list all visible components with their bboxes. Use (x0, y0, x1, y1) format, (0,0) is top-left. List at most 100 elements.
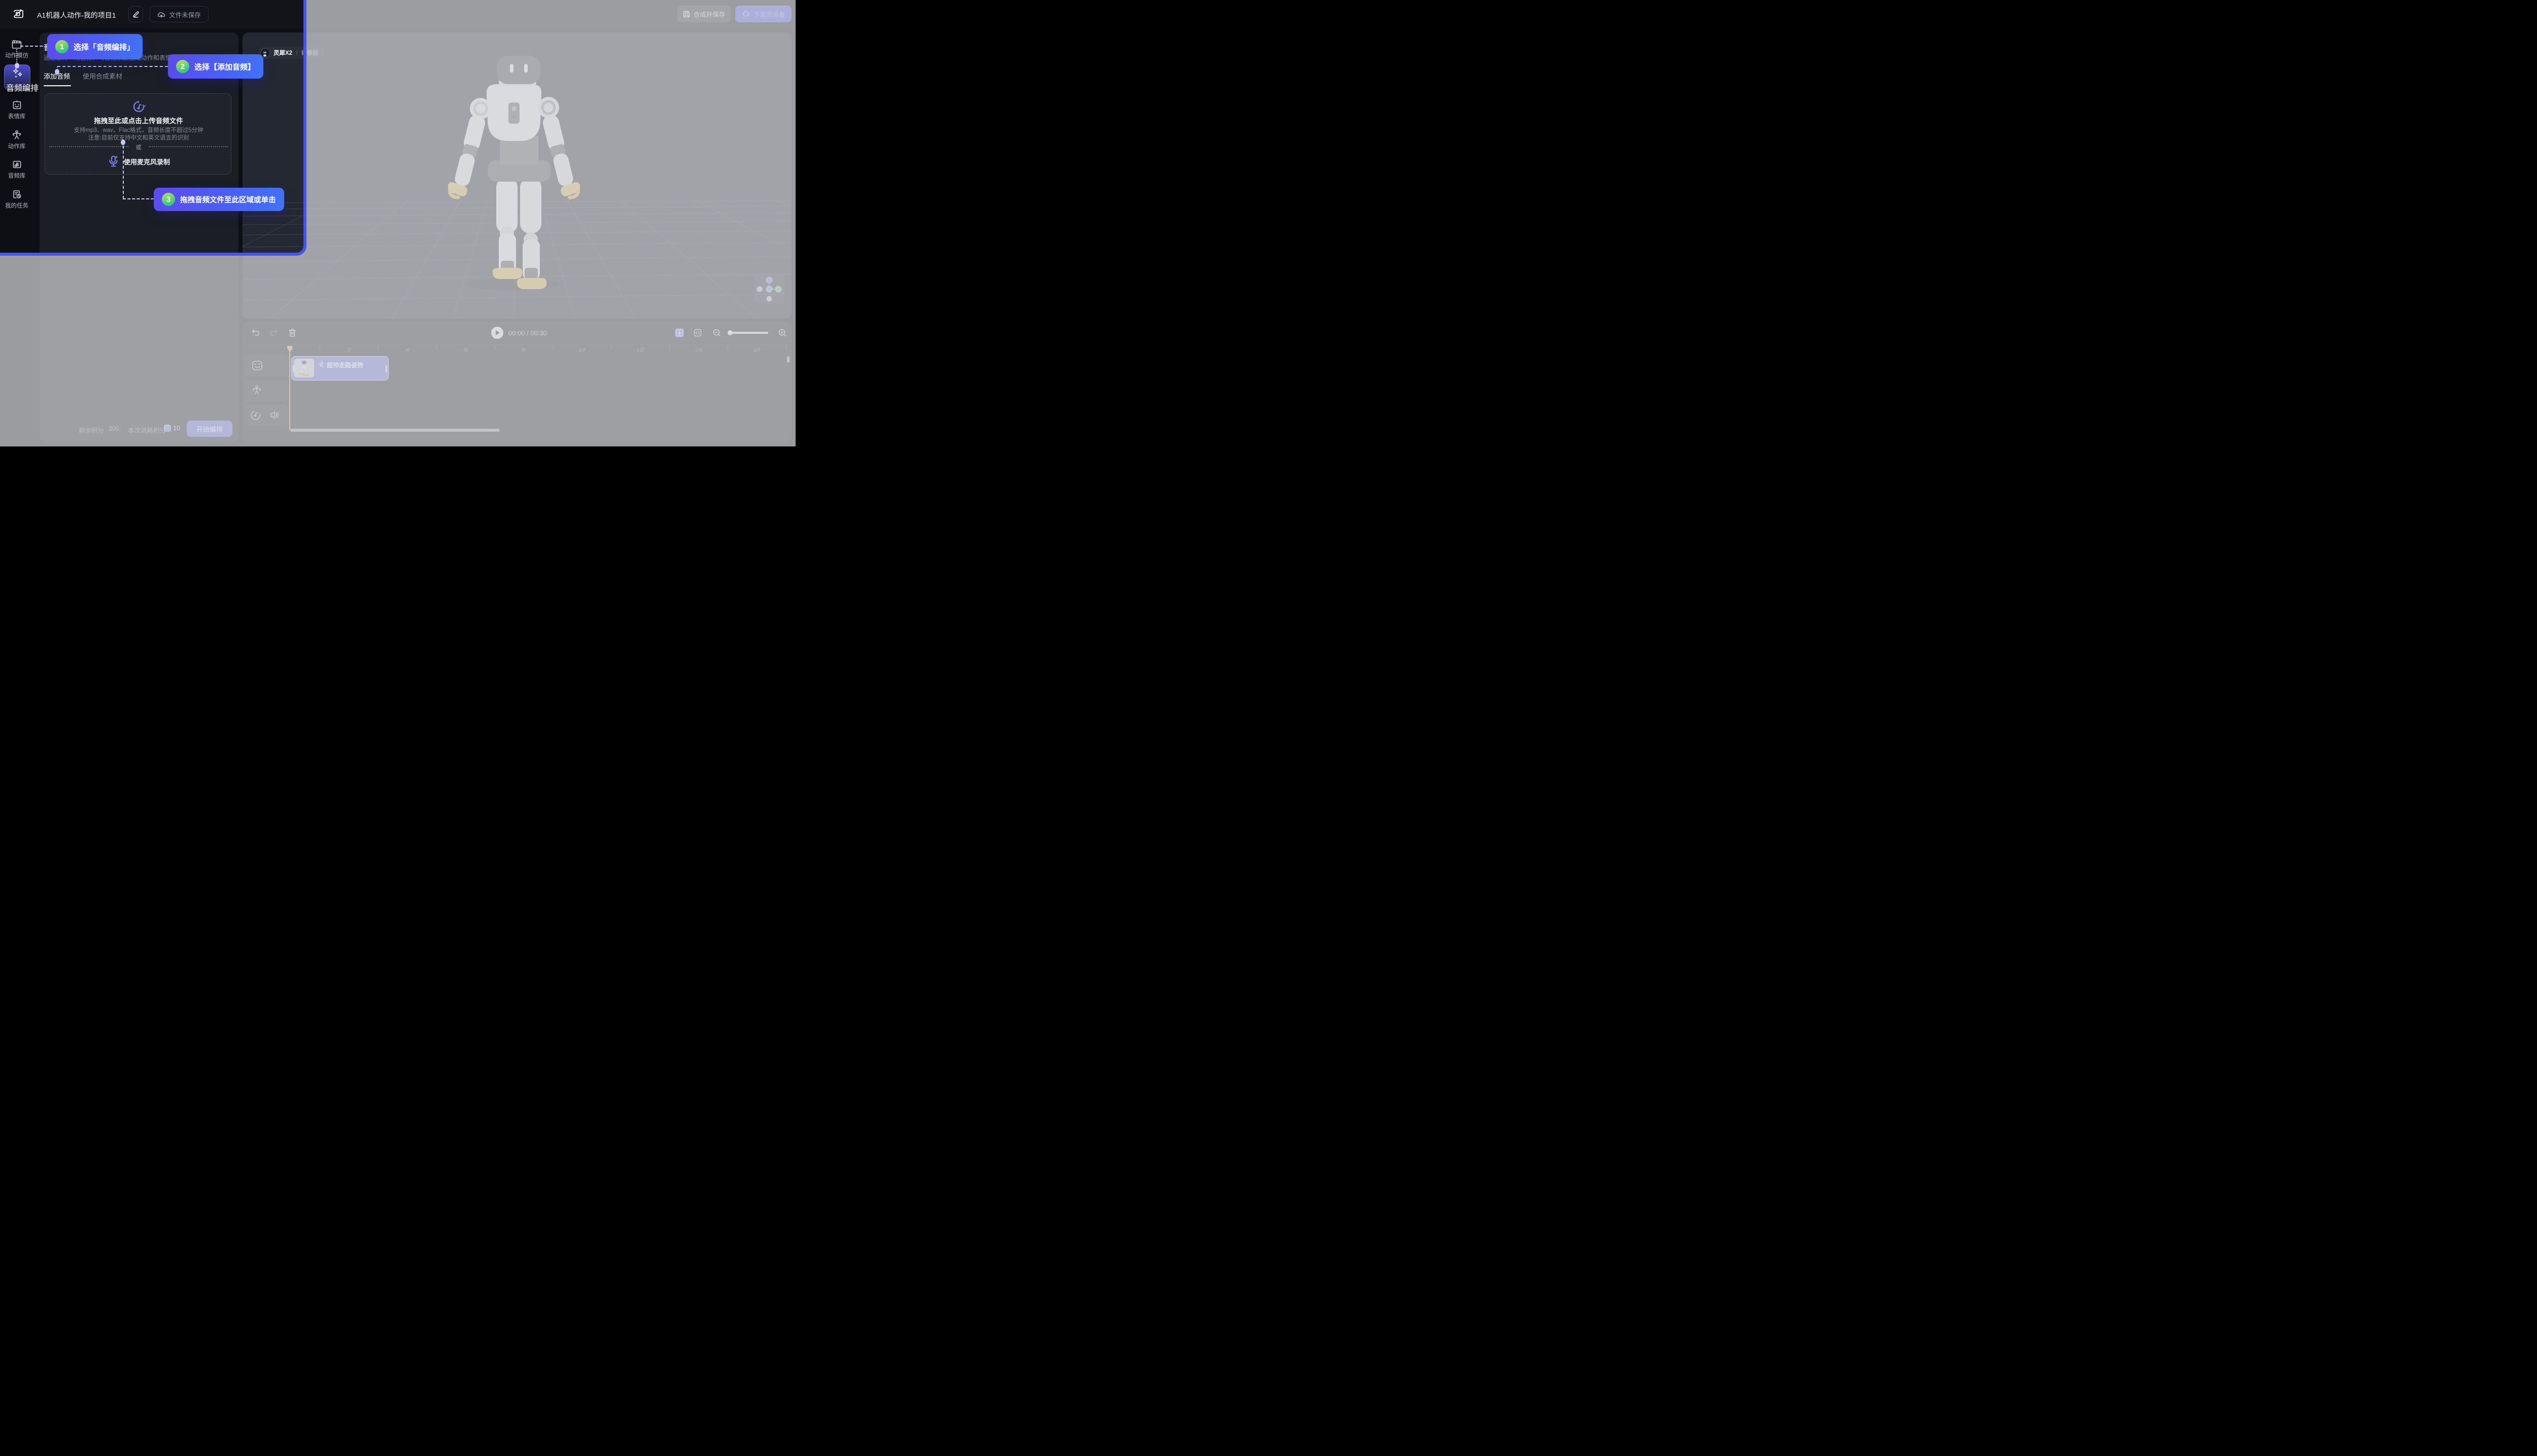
ruler-label: 2f (347, 348, 351, 353)
zoom-in-button[interactable] (778, 328, 787, 337)
delete-button[interactable] (287, 328, 297, 338)
redo-button[interactable] (268, 328, 279, 338)
ruler-tick (436, 345, 437, 349)
axis-gizmo[interactable]: Z X Y (755, 274, 785, 304)
character-name: 灵犀X2 (273, 49, 292, 57)
track-header-motion[interactable] (245, 380, 288, 402)
footer-divider (120, 425, 121, 432)
controlbar-divider (243, 344, 792, 345)
save-icon (683, 11, 690, 18)
sidebar-item-label: 音频库 (8, 171, 26, 180)
time-display: 00:00 / 00:30 (508, 329, 547, 337)
connector-step1-dot (15, 63, 19, 68)
ruler-label: 16f (753, 348, 760, 353)
step-1-text: 选择「音频编排」 (74, 42, 134, 52)
play-button[interactable] (491, 327, 503, 339)
cloud-icon (157, 11, 165, 18)
robot-deploy-icon (742, 10, 750, 18)
sidebar-item-label: 动作库 (8, 142, 26, 150)
project-title: A1机器人动作-我的项目1 (37, 10, 116, 20)
music-box-icon (12, 160, 22, 169)
save-button[interactable]: 合成并保存 (677, 6, 731, 22)
fit-width-button[interactable] (693, 328, 702, 337)
zoom-slider[interactable] (728, 332, 768, 334)
or-label: 或 (45, 143, 232, 151)
robot-model (448, 56, 580, 294)
gizmo-x-label: X (777, 287, 779, 292)
step-3-text: 拖拽音频文件至此区域或单击 (180, 194, 276, 205)
zoom-slider-handle[interactable] (728, 330, 733, 335)
clip-right-handle[interactable] (386, 365, 387, 372)
track-panel-toggle[interactable] (675, 328, 684, 337)
sidebar: 动作模仿 音频编排 表情库 动作库 音频库 我的任务 (0, 28, 33, 446)
character-edition: 青春版 (301, 49, 319, 57)
sparkles-icon (12, 68, 23, 79)
clip-left-handle[interactable] (293, 365, 294, 372)
play-icon (496, 330, 500, 335)
gizmo-y-label: Y (768, 287, 770, 292)
zoom-out-button[interactable] (712, 328, 722, 337)
step-3-badge: 3 (162, 193, 175, 206)
tab-synth-material[interactable]: 使用合成素材 (83, 71, 122, 81)
ruler-label: 12f (637, 348, 644, 353)
ruler-label: 14f (695, 348, 702, 353)
sidebar-item-action-lib[interactable]: 动作库 (0, 130, 33, 150)
start-arrange-button[interactable]: 开始编排 (187, 421, 232, 437)
sidebar-item-audio-lib[interactable]: 音频库 (0, 160, 33, 180)
mic-record-label: 使用麦克风录制 (124, 157, 170, 166)
ruler-label: 6f (464, 348, 468, 353)
tutorial-step-3[interactable]: 3 拖拽音频文件至此区域或单击 (154, 188, 284, 211)
sidebar-item-expression-lib[interactable]: 表情库 (0, 100, 33, 120)
pencil-icon (132, 11, 140, 18)
connector-step2-h (57, 66, 168, 67)
connector-step1-h (20, 46, 48, 47)
timeline-h-scrollbar[interactable] (290, 429, 500, 432)
tutorial-step-1[interactable]: 1 选择「音频编排」 (47, 34, 143, 59)
file-status-button[interactable]: 文件未保存 (150, 6, 209, 22)
ruler-label: 8f (522, 348, 526, 353)
upload-music-icon (131, 99, 147, 114)
remaining-credits-label: 剩余积分 (79, 425, 104, 435)
connector-step3-v (123, 146, 124, 199)
start-arrange-label: 开始编排 (196, 424, 223, 434)
deploy-button-label: 下发到设备 (753, 9, 785, 19)
clip-thumbnail (294, 359, 314, 377)
audio-upload-dropzone[interactable]: 拖拽至此或点击上传音频文件 支持mp3、wav、Flac格式，音频长度不超过5分… (45, 93, 231, 175)
track-header-audio[interactable] (245, 405, 288, 426)
timeline-clip[interactable]: 超帅走路姿势 (291, 356, 389, 380)
audio-panel: 音频编排 通过上传一段音频，可智能快速生成动作和表情的音频编排素材 添加音频 使… (40, 32, 238, 442)
app-window: A1机器人动作-我的项目1 文件未保存 合成并保存 下发到设备 动作模仿 音频编… (0, 0, 796, 446)
top-bar: A1机器人动作-我的项目1 文件未保存 合成并保存 下发到设备 (0, 0, 796, 28)
playhead[interactable] (287, 345, 293, 353)
track-header-expression[interactable] (245, 355, 288, 377)
ruler-tick (378, 345, 379, 349)
ruler-tick (553, 345, 554, 349)
sidebar-item-label: 我的任务 (5, 201, 28, 210)
remaining-credits-value: 300 (109, 425, 119, 432)
gizmo-z-label: Z (768, 278, 771, 283)
file-status-label: 文件未保存 (169, 10, 201, 19)
cost-credits-value: 10 (173, 425, 180, 432)
clip-label: 超帅走路姿势 (327, 361, 363, 369)
cost-credits-label: 本次消耗积分 (128, 425, 166, 435)
connector-step3-dot (121, 140, 125, 145)
timeline-v-scrollbar[interactable] (787, 356, 790, 363)
connector-step1-v (16, 49, 17, 64)
sidebar-item-label: 表情库 (8, 112, 26, 120)
ruler-tick (669, 345, 670, 349)
rename-button[interactable] (128, 6, 143, 22)
deploy-button[interactable]: 下发到设备 (735, 6, 792, 22)
character-divider: | (296, 50, 297, 56)
mic-record-button[interactable]: 使用麦克风录制 (45, 154, 232, 169)
run-icon (318, 361, 325, 368)
coin-icon (164, 425, 171, 432)
undo-button[interactable] (251, 328, 261, 338)
viewport-3d[interactable]: 灵犀X2 | 青春版 Z X Y (243, 32, 792, 319)
tutorial-step-2[interactable]: 2 选择【添加音频】 (168, 54, 263, 79)
robot-face-icon (12, 100, 22, 110)
sidebar-item-my-tasks[interactable]: 我的任务 (0, 190, 33, 210)
clapperboard-icon (11, 40, 22, 49)
upload-formats-text: 支持mp3、wav、Flac格式，音频长度不超过5分钟 (45, 126, 232, 134)
ruler-label: 10f (578, 348, 586, 353)
step-1-badge: 1 (55, 40, 68, 53)
